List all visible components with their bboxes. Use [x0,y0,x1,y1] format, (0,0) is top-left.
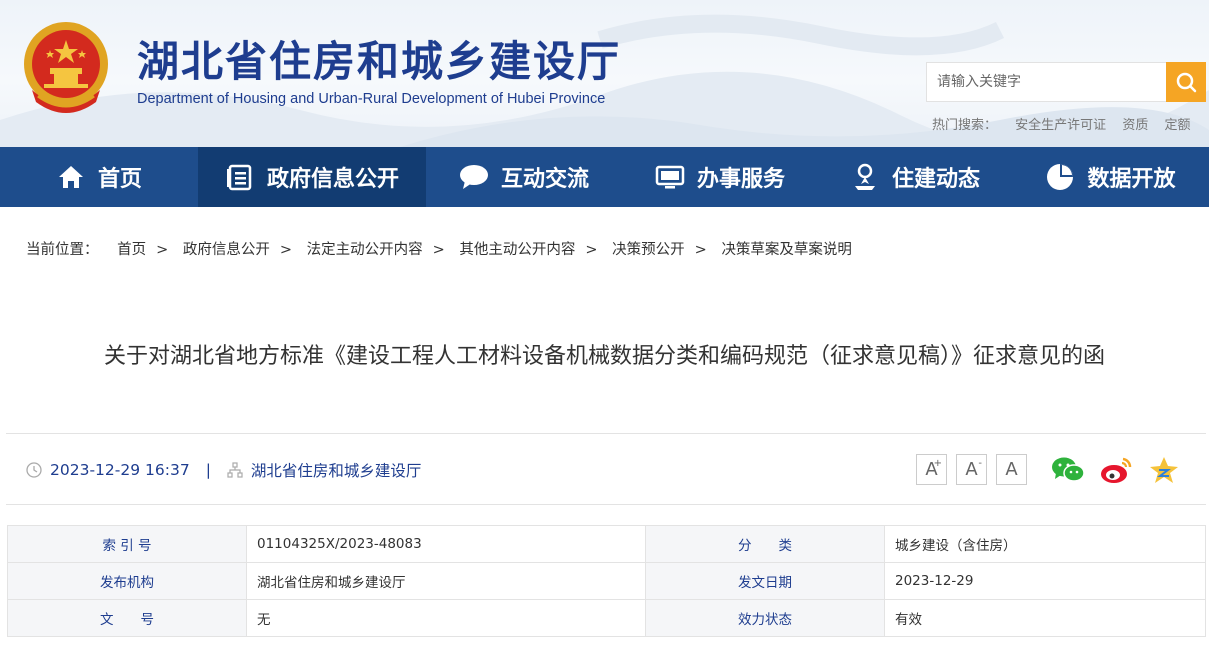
home-icon [56,162,86,192]
nav-item-open-data[interactable]: 数据开放 [1012,147,1209,207]
pie-chart-icon [1045,162,1075,192]
nav-item-label: 互动交流 [500,167,589,192]
breadcrumb-separator: > [279,242,293,258]
nav-item-news[interactable]: 住建动态 [818,147,1012,207]
font-decrease-button[interactable]: A- [956,454,987,485]
hot-keyword[interactable]: 资质 [1122,118,1148,133]
info-value: 湖北省住房和城乡建设厅 [246,562,646,600]
national-emblem-icon [24,22,108,113]
hot-search-label: 热门搜索： [932,118,998,133]
breadcrumb-link[interactable]: 首页 [117,242,146,258]
hot-keyword[interactable]: 定额 [1164,118,1190,133]
breadcrumb-link[interactable]: 政府信息公开 [183,242,270,258]
publish-datetime: 2023-12-29 16:37 [50,461,190,479]
meta-separator: | [205,461,211,479]
organization-icon [227,462,243,478]
search-icon [1176,72,1197,93]
breadcrumb-link[interactable]: 其他主动公开内容 [459,242,575,258]
nav-item-label: 住建动态 [891,167,980,192]
info-key: 发布机构 [7,562,247,600]
breadcrumb-label: 当前位置： [26,242,99,258]
meta-info: 2023-12-29 16:37 | 湖北省住房和城乡建设厅 [26,459,421,481]
breadcrumb-link[interactable]: 决策预公开 [612,242,685,258]
table-row: 索 引 号 01104325X/2023-48083 分 类 城乡建设（含住房） [7,525,1206,563]
info-key: 分 类 [645,525,885,563]
nav-item-interaction[interactable]: 互动交流 [426,147,622,207]
table-row: 发布机构 湖北省住房和城乡建设厅 发文日期 2023-12-29 [7,562,1206,600]
info-value: 无 [246,599,646,637]
font-increase-button[interactable]: A + [916,454,947,485]
qzone-icon [1150,457,1178,483]
document-info-table: 索 引 号 01104325X/2023-48083 分 类 城乡建设（含住房）… [7,525,1206,637]
person-pin-icon [850,162,880,192]
breadcrumb-link[interactable]: 决策草案及草案说明 [721,242,852,258]
nav-item-label: 办事服务 [696,167,785,192]
font-reset-button[interactable]: A [996,454,1027,485]
info-key: 效力状态 [645,599,885,637]
info-value: 01104325X/2023-48083 [246,525,646,563]
site-header: 湖北省住房和城乡建设厅 Department of Housing and Ur… [0,0,1209,147]
nav-item-label: 政府信息公开 [266,167,399,192]
breadcrumb-separator: > [585,242,598,258]
nav-item-services[interactable]: 办事服务 [622,147,818,207]
search-input[interactable] [926,62,1166,102]
breadcrumb: 当前位置： 首页 > 政府信息公开 > 法定主动公开内容 > 其他主动公开内容 > 决策… [26,238,852,259]
hot-keyword[interactable]: 安全生产许可证 [1015,118,1106,133]
main-nav: 首页 政府信息公开 互动交流 办事服务 住建动态 数据开放 [0,147,1209,207]
wechat-share-button[interactable] [1051,453,1085,487]
share-bar [1051,453,1195,487]
monitor-icon [655,162,685,192]
nav-item-gov-info[interactable]: 政府信息公开 [198,147,426,207]
article-meta: 2023-12-29 16:37 | 湖北省住房和城乡建设厅 A + A- A [6,433,1206,505]
clock-icon [26,462,42,478]
breadcrumb-link[interactable]: 法定主动公开内容 [307,242,423,258]
qzone-share-button[interactable] [1147,453,1181,487]
search-button[interactable] [1166,62,1206,102]
info-value: 2023-12-29 [884,562,1206,600]
info-key: 文 号 [7,599,247,637]
article-source: 湖北省住房和城乡建设厅 [250,462,422,480]
nav-item-label: 数据开放 [1087,167,1176,192]
weibo-share-button[interactable] [1099,453,1133,487]
site-title: 湖北省住房和城乡建设厅 [137,37,622,86]
table-row: 文 号 无 效力状态 有效 [7,599,1206,637]
nav-item-label: 首页 [97,167,142,192]
article-title: 关于对湖北省地方标准《建设工程人工材料设备机械数据分类和编码规范（征求意见稿）》… [103,344,1105,369]
info-key: 索 引 号 [7,525,247,563]
info-value: 城乡建设（含住房） [884,525,1206,563]
breadcrumb-separator: > [432,242,445,258]
chat-bubble-icon [459,162,489,192]
info-value: 有效 [884,599,1206,637]
document-list-icon [225,162,255,192]
breadcrumb-separator: > [156,242,169,258]
hot-search: 热门搜索： 安全生产许可证 资质 定额 [932,114,1202,133]
breadcrumb-separator: > [694,242,707,258]
info-key: 发文日期 [645,562,885,600]
site-subtitle: Department of Housing and Urban-Rural De… [137,91,606,107]
nav-item-home[interactable]: 首页 [0,147,198,207]
wechat-icon [1052,457,1085,482]
font-size-controls: A + A- A [916,454,1036,485]
weibo-icon [1101,457,1132,483]
